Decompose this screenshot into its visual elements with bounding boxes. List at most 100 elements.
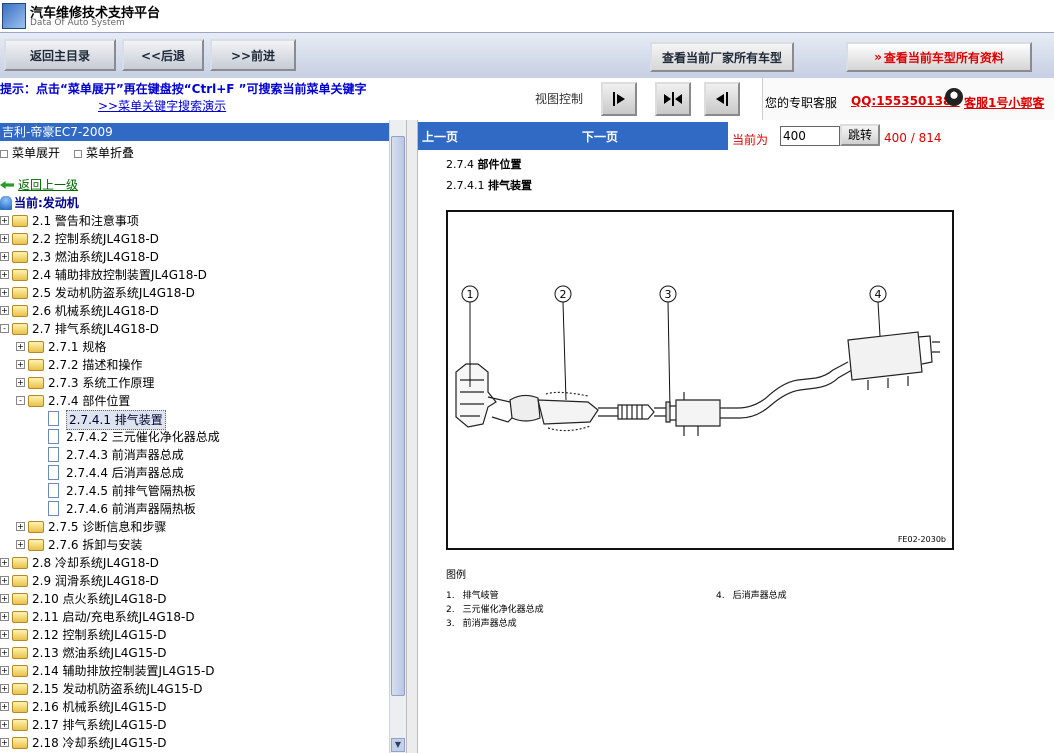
tree-folder-item[interactable]: - 2.7 排气系统JL4G18-D (0, 320, 389, 338)
expand-toggle-icon[interactable]: + (0, 666, 9, 675)
expand-toggle-icon[interactable]: + (16, 360, 25, 369)
jump-button[interactable]: 跳转 (840, 124, 880, 146)
folder-icon (28, 377, 44, 389)
tree-item-label: 2.14 辅助排放控制装置JL4G15-D (32, 664, 215, 678)
folder-icon (12, 593, 28, 605)
tree-leaf-item[interactable]: 2.7.4.4 后消声器总成 (0, 464, 389, 482)
expand-toggle-icon[interactable]: + (0, 612, 9, 621)
back-button[interactable]: <<后退 (122, 39, 204, 71)
search-demo-link[interactable]: >>菜单关键字搜索演示 (98, 97, 226, 114)
folder-icon (12, 287, 28, 299)
tree-folder-item[interactable]: - 2.7.4 部件位置 (0, 392, 389, 410)
expand-toggle-icon[interactable]: + (0, 702, 9, 711)
tree-folder-item[interactable]: +2.3 燃油系统JL4G18-D (0, 248, 389, 266)
engine-icon (0, 196, 12, 210)
expand-toggle-icon[interactable]: + (0, 234, 9, 243)
expand-toggle-icon[interactable]: + (0, 288, 9, 297)
tree-folder-item[interactable]: +2.7.3 系统工作原理 (0, 374, 389, 392)
expand-toggle-icon[interactable]: + (0, 306, 9, 315)
collapse-toggle-icon[interactable]: - (0, 324, 9, 333)
tree-folder-item[interactable]: +2.13 燃油系统JL4G15-D (0, 644, 389, 662)
prev-page-button[interactable]: 上一页 (422, 128, 458, 145)
legend-text: 后消声器总成 (732, 591, 787, 601)
all-models-button[interactable]: 查看当前厂家所有车型 (650, 42, 794, 72)
home-button[interactable]: 返回主目录 (4, 39, 116, 71)
service-qq-link[interactable]: QQ:1553501388 (851, 94, 960, 108)
tree-folder-item[interactable]: +2.18 冷却系统JL4G15-D (0, 734, 389, 752)
expand-toggle-icon[interactable]: + (0, 738, 9, 747)
page-jump-area: 当前为 跳转 400 / 814 (728, 122, 1054, 150)
service-name-link[interactable]: 客服1号小郭客 (964, 94, 1044, 111)
page-number-input[interactable] (780, 126, 840, 146)
expand-toggle-icon[interactable]: + (0, 216, 9, 225)
tree-folder-item[interactable]: +2.2 控制系统JL4G18-D (0, 230, 389, 248)
tree-leaf-item[interactable]: 2.7.4.3 前消声器总成 (0, 446, 389, 464)
expand-toggle-icon[interactable]: + (0, 576, 9, 585)
tree-folder-item[interactable]: +2.11 启动/充电系统JL4G18-D (0, 608, 389, 626)
folder-icon (12, 215, 28, 227)
next-page-button[interactable]: 下一页 (582, 128, 618, 145)
tree-folder-item[interactable]: +2.7.6 拆卸与安装 (0, 536, 389, 554)
expand-toggle-icon[interactable]: + (16, 522, 25, 531)
tree-folder-item[interactable]: +2.6 机械系统JL4G18-D (0, 302, 389, 320)
panel-divider[interactable] (406, 120, 418, 753)
tree-folder-item[interactable]: +2.5 发动机防盗系统JL4G18-D (0, 284, 389, 302)
view-left-button[interactable] (704, 82, 740, 116)
tree-item-label: 2.18 冷却系统JL4G15-D (32, 736, 167, 750)
folder-icon (12, 737, 28, 749)
up-level-label: 返回上一级 (18, 178, 79, 192)
tree-item-label: 2.16 机械系统JL4G15-D (32, 700, 167, 714)
expand-toggle-icon[interactable]: + (0, 270, 9, 279)
folder-icon (12, 701, 28, 713)
title-bar: 汽车维修技术支持平台 Data Of Auto System (0, 0, 1054, 32)
tree-folder-item[interactable]: +2.4 辅助排放控制装置JL4G18-D (0, 266, 389, 284)
collapse-toggle-icon[interactable]: - (16, 396, 25, 405)
view-both-button[interactable] (655, 82, 691, 116)
tree-item-label: 2.2 控制系统JL4G18-D (32, 232, 159, 246)
expand-toggle-icon[interactable]: + (16, 540, 25, 549)
tree-scrollbar[interactable]: ▼ (389, 120, 406, 753)
tree-leaf-item[interactable]: 2.7.4.6 前消声器隔热板 (0, 500, 389, 518)
legend-text: 排气岐管 (462, 591, 499, 601)
tree-folder-item[interactable]: +2.17 排气系统JL4G15-D (0, 716, 389, 734)
tree-leaf-item[interactable]: 2.7.4.5 前排气管隔热板 (0, 482, 389, 500)
subsection-title: 排气装置 (487, 179, 532, 192)
expand-toggle-icon[interactable]: + (0, 558, 9, 567)
tree-folder-item[interactable]: +2.10 点火系统JL4G18-D (0, 590, 389, 608)
tree-folder-item[interactable]: +2.15 发动机防盗系统JL4G15-D (0, 680, 389, 698)
view-right-button[interactable] (601, 82, 637, 116)
tree-header: 吉利-帝豪EC7-2009 (0, 123, 389, 141)
tree-folder-item[interactable]: +2.16 机械系统JL4G15-D (0, 698, 389, 716)
expand-toggle-icon[interactable]: + (0, 648, 9, 657)
tree-folder-item[interactable]: +2.9 润滑系统JL4G18-D (0, 572, 389, 590)
toolbar: 返回主目录 <<后退 >>前进 查看当前厂家所有车型 » 查看当前车型所有资料 (0, 32, 1054, 78)
menu-collapse-button[interactable]: 菜单折叠 (74, 144, 134, 161)
tree-folder-item[interactable]: +2.7.1 规格 (0, 338, 389, 356)
tree-folder-item[interactable]: +2.7.2 描述和操作 (0, 356, 389, 374)
tree-folder-item[interactable]: +2.7.5 诊断信息和步骤 (0, 518, 389, 536)
scroll-down-arrow-icon[interactable]: ▼ (391, 738, 405, 752)
expand-toggle-icon[interactable]: + (0, 630, 9, 639)
tree-folder-item[interactable]: +2.12 控制系统JL4G15-D (0, 626, 389, 644)
app-logo-icon (2, 3, 26, 29)
tree-item-label: 2.7.4 部件位置 (48, 394, 131, 408)
tree-folder-item[interactable]: +2.8 冷却系统JL4G18-D (0, 554, 389, 572)
forward-button[interactable]: >>前进 (210, 39, 296, 71)
expand-toggle-icon[interactable]: + (0, 594, 9, 603)
expand-toggle-icon[interactable]: + (0, 252, 9, 261)
tree-leaf-item[interactable]: 2.7.4.2 三元催化净化器总成 (0, 428, 389, 446)
document-icon (48, 501, 59, 516)
expand-toggle-icon[interactable]: + (0, 720, 9, 729)
tree-folder-item[interactable]: +2.14 辅助排放控制装置JL4G15-D (0, 662, 389, 680)
tree-folder-item[interactable]: +2.1 警告和注意事项 (0, 212, 389, 230)
scroll-thumb[interactable] (391, 136, 405, 696)
tree-item-label: 2.7.3 系统工作原理 (48, 376, 155, 390)
tree-leaf-item[interactable]: 2.7.4.1 排气装置 (0, 410, 389, 430)
expand-toggle-icon[interactable]: + (0, 684, 9, 693)
expand-toggle-icon[interactable]: + (16, 342, 25, 351)
expand-box-icon (0, 149, 8, 158)
menu-expand-button[interactable]: 菜单展开 (0, 144, 60, 161)
all-info-button[interactable]: » 查看当前车型所有资料 (846, 42, 1032, 72)
expand-toggle-icon[interactable]: + (16, 378, 25, 387)
folder-icon (12, 251, 28, 263)
